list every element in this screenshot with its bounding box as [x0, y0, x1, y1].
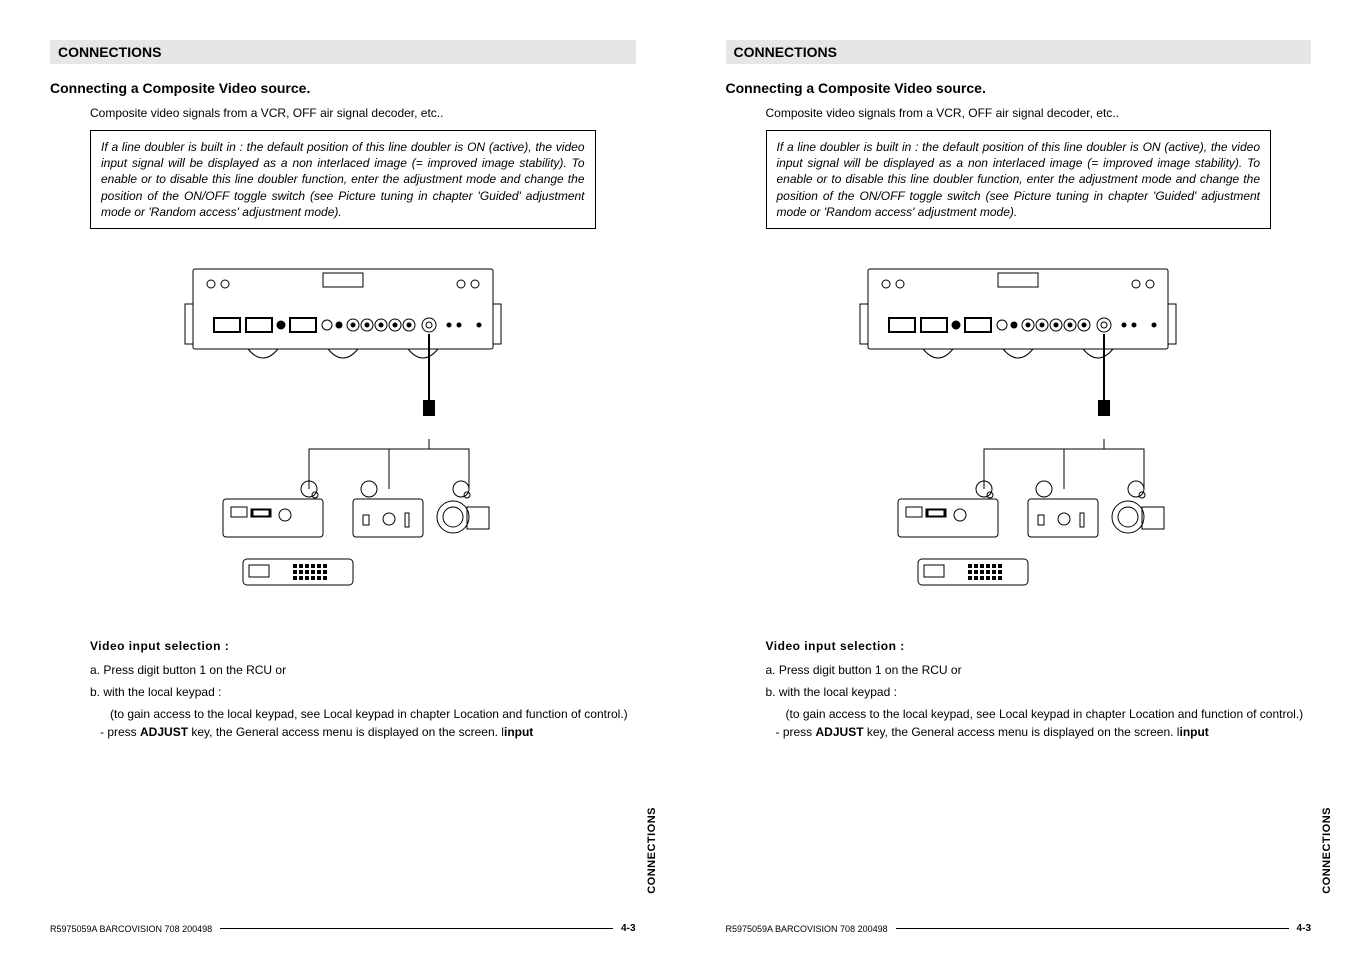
footer-rule	[896, 928, 1289, 929]
step-b: b. with the local keypad :	[766, 685, 1312, 699]
footer-rule	[220, 928, 613, 929]
step-sub2-mid: key, the General access menu is displaye…	[188, 725, 504, 739]
figure-wrap	[726, 259, 1312, 619]
step-sub2-pre: - press	[100, 725, 140, 739]
step-sub2-pre: - press	[776, 725, 816, 739]
step-sub-adjust: - press ADJUST key, the General access m…	[776, 725, 1312, 739]
step-sub-note: (to gain access to the local keypad, see…	[110, 707, 636, 721]
note-box: If a line doubler is built in : the defa…	[766, 130, 1272, 229]
footer-page-number: 4-3	[1297, 923, 1311, 934]
connection-diagram	[153, 259, 533, 619]
vertical-section-label: CONNECTIONS	[646, 807, 658, 894]
page-left: CONNECTIONS Connecting a Composite Video…	[0, 0, 676, 954]
subheading: Connecting a Composite Video source.	[50, 80, 636, 96]
step-b: b. with the local keypad :	[90, 685, 636, 699]
footer-doc-id: R5975059A BARCOVISION 708 200498	[726, 924, 888, 934]
footer: R5975059A BARCOVISION 708 200498 4-3	[726, 923, 1312, 934]
step-a: a. Press digit button 1 on the RCU or	[90, 663, 636, 677]
header-bar: CONNECTIONS	[726, 40, 1312, 64]
vertical-section-label: CONNECTIONS	[1321, 807, 1333, 894]
video-input-selection-label: Video input selection :	[766, 639, 1312, 653]
footer-page-number: 4-3	[621, 923, 635, 934]
connection-diagram	[828, 259, 1208, 619]
subheading: Connecting a Composite Video source.	[726, 80, 1312, 96]
step-sub-adjust: - press ADJUST key, the General access m…	[100, 725, 636, 739]
figure-wrap	[50, 259, 636, 619]
header-bar: CONNECTIONS	[50, 40, 636, 64]
step-a: a. Press digit button 1 on the RCU or	[766, 663, 1312, 677]
adjust-key-label: ADJUST	[816, 725, 864, 739]
adjust-key-label: ADJUST	[140, 725, 188, 739]
footer: R5975059A BARCOVISION 708 200498 4-3	[50, 923, 636, 934]
step-sub-note: (to gain access to the local keypad, see…	[786, 707, 1312, 721]
video-input-selection-label: Video input selection :	[90, 639, 636, 653]
page-right: CONNECTIONS Connecting a Composite Video…	[676, 0, 1351, 954]
input-bold: input	[504, 725, 533, 739]
input-bold: input	[1179, 725, 1208, 739]
footer-doc-id: R5975059A BARCOVISION 708 200498	[50, 924, 212, 934]
intro-text: Composite video signals from a VCR, OFF …	[90, 106, 636, 120]
step-sub2-mid: key, the General access menu is displaye…	[864, 725, 1180, 739]
note-box: If a line doubler is built in : the defa…	[90, 130, 596, 229]
intro-text: Composite video signals from a VCR, OFF …	[766, 106, 1312, 120]
